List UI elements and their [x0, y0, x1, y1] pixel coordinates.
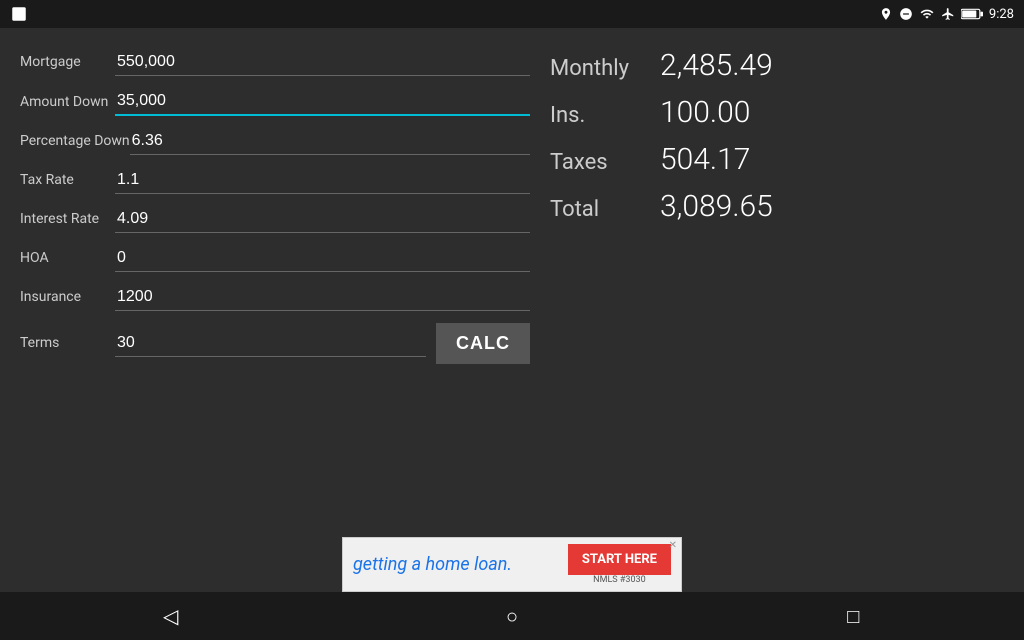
- hoa-input[interactable]: [115, 245, 530, 271]
- total-value: 3,089.65: [660, 189, 773, 224]
- tax-rate-label: Tax Rate: [20, 171, 115, 189]
- tax-rate-input[interactable]: [115, 167, 530, 193]
- ad-close-icon[interactable]: ✕: [669, 540, 677, 551]
- ins-value: 100.00: [660, 95, 750, 130]
- insurance-input-wrapper: [115, 284, 530, 311]
- ad-banner[interactable]: ✕ getting a home loan. START HERE NMLS #…: [342, 537, 682, 592]
- percentage-down-input-wrapper: [130, 128, 530, 155]
- terms-row: Terms CALC: [20, 317, 530, 370]
- home-button[interactable]: ○: [497, 601, 527, 631]
- percentage-down-input[interactable]: [130, 128, 530, 154]
- total-label: Total: [550, 197, 640, 222]
- tax-rate-row: Tax Rate: [20, 161, 530, 200]
- percentage-down-label: Percentage Down: [20, 132, 130, 150]
- taxes-label: Taxes: [550, 150, 640, 175]
- main-content: Mortgage Amount Down Percentage Down Tax…: [0, 28, 1024, 512]
- terms-label: Terms: [20, 334, 115, 352]
- status-bar: 9:28: [0, 0, 1024, 28]
- amount-down-input-wrapper: [115, 88, 530, 116]
- ad-nmls: NMLS #3030: [568, 575, 671, 585]
- ad-text: getting a home loan.: [353, 554, 512, 575]
- interest-rate-label: Interest Rate: [20, 210, 115, 228]
- ins-label: Ins.: [550, 103, 640, 128]
- app-icon: [10, 5, 28, 23]
- terms-input[interactable]: [115, 330, 426, 356]
- nav-bar: ◁ ○ □: [0, 592, 1024, 640]
- minus-circle-icon: [899, 7, 913, 21]
- interest-rate-input-wrapper: [115, 206, 530, 233]
- recent-button[interactable]: □: [838, 601, 868, 631]
- amount-down-row: Amount Down: [20, 82, 530, 122]
- amount-down-input[interactable]: [115, 88, 530, 114]
- time-display: 9:28: [989, 7, 1014, 22]
- ad-cta-label: START HERE: [568, 544, 671, 575]
- insurance-row: Insurance: [20, 278, 530, 317]
- mortgage-label: Mortgage: [20, 53, 115, 71]
- interest-rate-input[interactable]: [115, 206, 530, 232]
- tax-rate-input-wrapper: [115, 167, 530, 194]
- mortgage-row: Mortgage: [20, 43, 530, 82]
- percentage-down-row: Percentage Down: [20, 122, 530, 161]
- status-bar-left: [10, 5, 28, 23]
- monthly-value: 2,485.49: [660, 48, 773, 83]
- airplane-icon: [941, 7, 955, 21]
- wifi-icon: [919, 7, 935, 21]
- battery-icon: [961, 8, 983, 20]
- calc-button[interactable]: CALC: [436, 323, 530, 364]
- terms-input-wrapper: [115, 330, 426, 357]
- insurance-label: Insurance: [20, 288, 115, 306]
- hoa-row: HOA: [20, 239, 530, 278]
- hoa-label: HOA: [20, 249, 115, 267]
- insurance-result-row: Ins. 100.00: [550, 95, 1004, 130]
- back-button[interactable]: ◁: [156, 601, 186, 631]
- monthly-label: Monthly: [550, 56, 640, 81]
- mortgage-input-wrapper: [115, 49, 530, 76]
- taxes-value: 504.17: [660, 142, 750, 177]
- amount-down-label: Amount Down: [20, 93, 115, 111]
- hoa-input-wrapper: [115, 245, 530, 272]
- interest-rate-row: Interest Rate: [20, 200, 530, 239]
- insurance-input[interactable]: [115, 284, 530, 310]
- mortgage-input[interactable]: [115, 49, 530, 75]
- total-result-row: Total 3,089.65: [550, 189, 1004, 224]
- taxes-result-row: Taxes 504.17: [550, 142, 1004, 177]
- location-icon: [879, 7, 893, 21]
- monthly-result-row: Monthly 2,485.49: [550, 48, 1004, 83]
- results-panel: Monthly 2,485.49 Ins. 100.00 Taxes 504.1…: [550, 43, 1004, 497]
- form-panel: Mortgage Amount Down Percentage Down Tax…: [20, 43, 530, 497]
- status-bar-right: 9:28: [879, 7, 1014, 22]
- ad-cta-button[interactable]: START HERE NMLS #3030: [568, 544, 671, 585]
